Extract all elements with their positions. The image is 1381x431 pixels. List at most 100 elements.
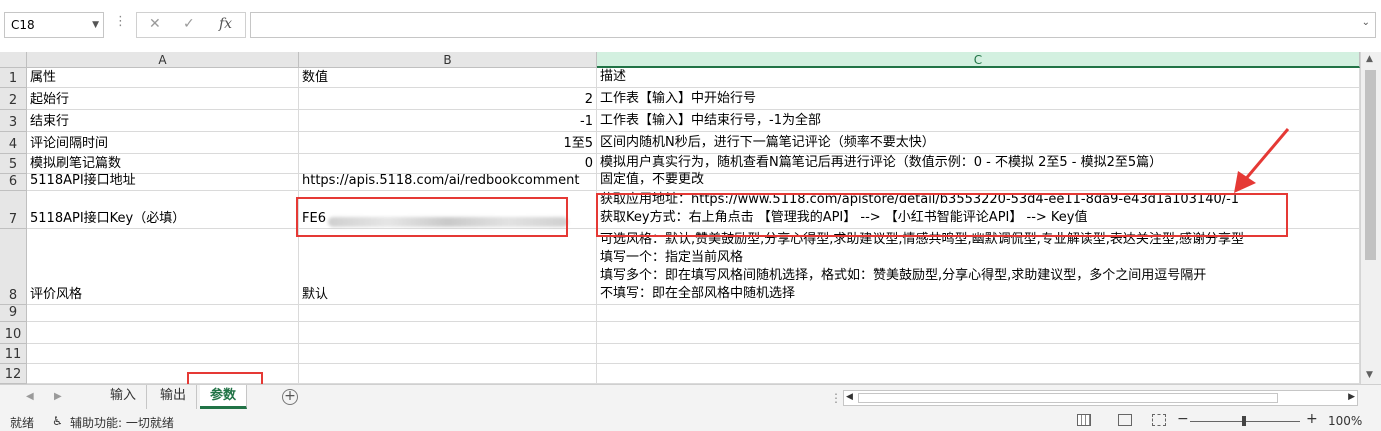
chevron-down-icon[interactable]: ▼ <box>92 13 99 37</box>
hscrollbar-thumb[interactable] <box>858 393 1278 403</box>
cell-text: https://apis.5118.com/ai/redbookcomment <box>302 173 580 188</box>
scroll-up-icon[interactable]: ▲ <box>1366 54 1373 64</box>
cell-b11[interactable] <box>299 344 597 364</box>
cell-a7[interactable]: 5118API接口Key（必填） <box>27 191 299 229</box>
scroll-left-icon[interactable]: ◀ <box>846 392 853 402</box>
cell-text: 评论间隔时间 <box>30 136 109 151</box>
cell-text-line: 获取应用地址：https://www.5118.com/apistore/det… <box>600 192 1240 207</box>
cell-text: 5118API接口地址 <box>30 173 136 188</box>
tab-prev-icon[interactable]: ◀ <box>26 391 34 402</box>
horizontal-scrollbar[interactable]: ◀ ▶ <box>843 390 1358 406</box>
cell-a12[interactable] <box>27 364 299 384</box>
cell-a10[interactable] <box>27 322 299 344</box>
row-header[interactable]: 7 <box>0 191 27 229</box>
column-header-c[interactable]: C <box>597 52 1360 68</box>
cell-a3[interactable]: 结束行 <box>27 110 299 132</box>
scroll-right-icon[interactable]: ▶ <box>1348 392 1355 402</box>
cell-b12[interactable] <box>299 364 597 384</box>
cell-a6[interactable]: 5118API接口地址 <box>27 173 299 191</box>
cell-a2[interactable]: 起始行 <box>27 88 299 110</box>
row-header[interactable]: 10 <box>0 322 27 344</box>
cell-a5[interactable]: 模拟刷笔记篇数 <box>27 154 299 174</box>
row-header[interactable]: 6 <box>0 174 27 191</box>
cell-text: 起始行 <box>30 92 70 107</box>
zoom-slider-thumb[interactable] <box>1242 416 1246 426</box>
row-header[interactable]: 8 <box>0 229 27 305</box>
cell-a1[interactable]: 属性 <box>27 68 299 88</box>
annotation-arrow-icon <box>1234 128 1290 193</box>
name-box[interactable]: C18 ▼ <box>4 12 104 38</box>
cell-text-line: 模拟用户真实行为，随机查看N篇笔记后再进行评论（数值示例：0 - 不模拟 2至5… <box>600 155 1163 170</box>
normal-view-icon[interactable] <box>1077 414 1091 426</box>
cell-text-line: 区间内随机N秒后，进行下一篇笔记评论（频率不要太快） <box>600 135 935 150</box>
enter-icon[interactable]: ✓ <box>183 16 195 32</box>
cell-text-line: 不填写：即在全部风格中随机选择 <box>600 286 796 301</box>
insert-function-icon[interactable]: fx <box>219 16 232 32</box>
add-sheet-icon[interactable]: + <box>282 389 298 405</box>
row-header[interactable]: 9 <box>0 305 27 322</box>
name-box-value: C18 <box>11 18 35 32</box>
cell-c11[interactable] <box>597 344 1360 364</box>
row-header[interactable]: 4 <box>0 132 27 154</box>
cell-b1[interactable]: 数值 <box>299 68 597 88</box>
row-header[interactable]: 1 <box>0 68 27 88</box>
row-header[interactable]: 12 <box>0 364 27 384</box>
tab-output[interactable]: 输出 <box>150 385 198 409</box>
cell-text: -1 <box>580 114 593 129</box>
cell-b8[interactable]: 默认 <box>299 229 597 305</box>
select-all-corner[interactable] <box>0 52 27 68</box>
tab-next-icon[interactable]: ▶ <box>54 391 62 402</box>
cell-a9[interactable] <box>27 305 299 322</box>
cell-a11[interactable] <box>27 344 299 364</box>
chevron-down-icon[interactable]: ⌄ <box>1362 17 1370 28</box>
cell-c9[interactable] <box>597 305 1360 322</box>
cell-text-line: 填写一个：指定当前风格 <box>600 250 744 265</box>
cell-c1[interactable]: 描述 <box>597 68 1360 88</box>
cell-text: 0 <box>584 156 593 171</box>
cell-c2[interactable]: 工作表【输入】中开始行号 <box>597 88 1360 110</box>
cell-text: 5118API接口Key（必填） <box>30 211 186 226</box>
cell-text-line: 填写多个：即在填写风格间随机选择，格式如：赞美鼓励型,分享心得型,求助建议型，多… <box>600 268 1207 283</box>
cell-c8[interactable]: 可选风格：默认,赞美鼓励型,分享心得型,求助建议型,情感共鸣型,幽默调侃型,专业… <box>597 229 1360 305</box>
zoom-in-button[interactable]: + <box>1306 411 1318 427</box>
cell-b7[interactable]: FE6 <box>299 191 597 229</box>
spreadsheet-grid[interactable]: A B C 1 属性 数值 描述 2 起始行 2 工作表【输入】中开始行号 3 结束行 -1 工作表【输入】… <box>0 52 1360 384</box>
tab-params[interactable]: 参数 <box>200 385 248 409</box>
vertical-scrollbar[interactable]: ▲ ▼ <box>1360 52 1381 384</box>
scrollbar-thumb[interactable] <box>1365 70 1376 260</box>
cell-text: 结束行 <box>30 114 70 129</box>
cell-b6[interactable]: https://apis.5118.com/ai/redbookcomment <box>299 173 597 191</box>
page-break-icon[interactable] <box>1152 414 1166 426</box>
cell-c10[interactable] <box>597 322 1360 344</box>
zoom-out-button[interactable]: − <box>1177 411 1189 427</box>
zoom-level[interactable]: 100% <box>1328 414 1362 428</box>
page-layout-icon[interactable] <box>1118 414 1132 426</box>
formula-input[interactable]: ⌄ <box>250 12 1376 38</box>
column-header-b[interactable]: B <box>299 52 597 68</box>
cell-a8[interactable]: 评价风格 <box>27 229 299 305</box>
column-header-a[interactable]: A <box>27 52 299 68</box>
tab-splitter-icon[interactable]: ⋮ <box>830 391 842 405</box>
formula-bar: C18 ▼ ⋮ ✕ ✓ fx ⌄ <box>0 0 1381 53</box>
scroll-down-icon[interactable]: ▼ <box>1366 370 1373 380</box>
row-header[interactable]: 2 <box>0 88 27 110</box>
cell-b10[interactable] <box>299 322 597 344</box>
accessibility-icon[interactable]: ♿ <box>52 414 63 428</box>
row-header[interactable]: 5 <box>0 154 27 174</box>
tab-input[interactable]: 输入 <box>100 385 148 409</box>
cell-b5[interactable]: 0 <box>299 154 597 174</box>
status-ready: 就绪 <box>10 416 35 430</box>
cell-b3[interactable]: -1 <box>299 110 597 132</box>
cancel-icon[interactable]: ✕ <box>149 16 161 32</box>
row-header[interactable]: 3 <box>0 110 27 132</box>
formula-buttons: ✕ ✓ fx <box>136 12 246 38</box>
cell-b4[interactable]: 1至5 <box>299 132 597 154</box>
row-header[interactable]: 11 <box>0 344 27 364</box>
cell-b9[interactable] <box>299 305 597 322</box>
more-options-icon[interactable]: ⋮ <box>114 14 127 29</box>
cell-c12[interactable] <box>597 364 1360 384</box>
cell-text: 属性 <box>30 70 57 85</box>
accessibility-status[interactable]: 辅助功能: 一切就绪 <box>70 414 174 431</box>
cell-a4[interactable]: 评论间隔时间 <box>27 132 299 154</box>
cell-b2[interactable]: 2 <box>299 88 597 110</box>
